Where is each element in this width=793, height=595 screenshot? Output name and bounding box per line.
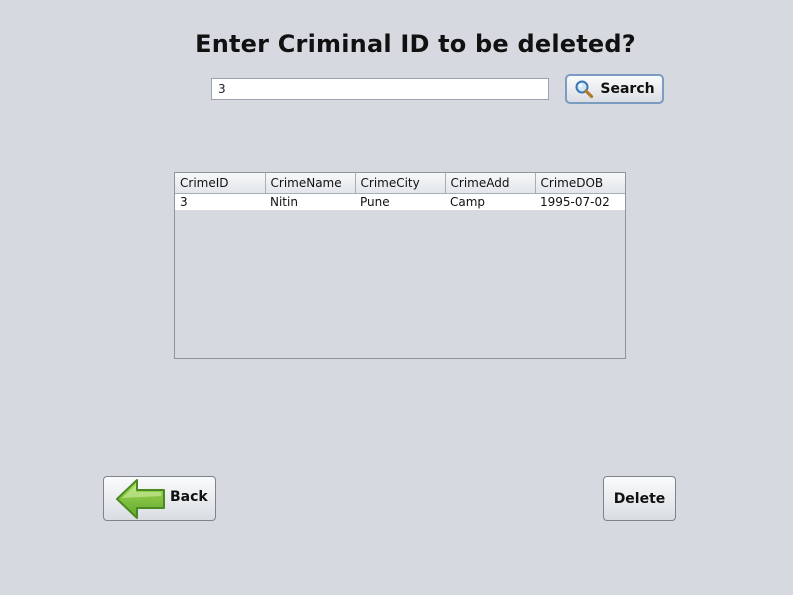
column-header[interactable]: CrimeAdd — [445, 173, 536, 194]
back-button[interactable]: Back — [103, 476, 216, 521]
column-header[interactable]: CrimeID — [175, 173, 266, 194]
table-cell[interactable]: Camp — [445, 193, 535, 210]
column-header[interactable]: CrimeDOB — [535, 173, 625, 194]
table-row[interactable]: 3 Nitin Pune Camp 1995-07-02 — [175, 193, 625, 210]
back-button-label: Back — [170, 489, 208, 505]
table-header-row: CrimeID CrimeName CrimeCity CrimeAdd Cri… — [175, 173, 625, 194]
column-header[interactable]: CrimeCity — [355, 173, 446, 194]
table-cell[interactable]: Nitin — [265, 193, 355, 210]
delete-button-label: Delete — [613, 490, 666, 507]
search-button-label: Search — [600, 81, 655, 97]
table-cell[interactable]: 3 — [175, 193, 265, 210]
delete-criminal-window: Enter Criminal ID to be deleted? Search … — [0, 0, 793, 595]
column-header[interactable]: CrimeName — [265, 173, 356, 194]
criminal-id-input[interactable] — [211, 78, 549, 100]
search-button[interactable]: Search — [565, 74, 664, 104]
magnifier-icon — [574, 79, 596, 99]
table-cell[interactable]: Pune — [355, 193, 445, 210]
table-cell[interactable]: 1995-07-02 — [535, 193, 625, 210]
criminal-table: CrimeID CrimeName CrimeCity CrimeAdd Cri… — [174, 172, 626, 359]
green-left-arrow-icon — [114, 477, 168, 525]
page-title: Enter Criminal ID to be deleted? — [195, 30, 636, 58]
delete-button[interactable]: Delete — [603, 476, 676, 521]
